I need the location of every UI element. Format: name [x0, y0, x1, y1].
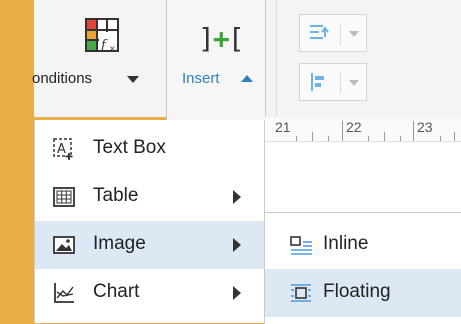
image-submenu: Inline Floating — [264, 212, 461, 324]
toolbar-divider — [276, 0, 277, 117]
insert-label: Insert — [182, 70, 220, 87]
wrap-text-icon — [310, 25, 329, 39]
ruler-tick — [384, 132, 385, 141]
chart-icon — [54, 283, 74, 303]
align-left-icon — [311, 73, 324, 91]
split-divider — [340, 23, 341, 45]
menu-item-label: Chart — [93, 281, 140, 302]
ruler-tick — [454, 132, 455, 141]
split-divider — [340, 72, 341, 94]
inline-image-icon — [290, 236, 312, 255]
submenu-item-label: Floating — [323, 281, 391, 302]
menu-item-label: Text Box — [93, 137, 166, 158]
submenu-item-label: Inline — [323, 233, 369, 254]
ruler-tick — [312, 132, 313, 141]
ruler-tick — [440, 136, 441, 141]
menu-item-label: Table — [93, 185, 139, 206]
ruler-tick — [296, 136, 297, 141]
align-button[interactable] — [299, 63, 367, 101]
ruler-number: 23 — [417, 119, 433, 135]
conditions-button[interactable]: f × onditions — [32, 0, 184, 117]
ruler-tick — [342, 121, 343, 141]
formula-table-icon: f × — [85, 18, 119, 52]
text-box-icon: A — [53, 138, 73, 160]
conditions-label: onditions — [32, 70, 93, 87]
ruler-number: 22 — [346, 119, 362, 135]
menu-item-image[interactable]: Image — [35, 221, 264, 269]
ruler-tick — [368, 136, 369, 141]
chevron-up-icon — [241, 75, 253, 82]
insert-bracket-icon: ]+[ — [198, 22, 245, 55]
text-wrap-button[interactable] — [299, 14, 367, 52]
svg-text:A: A — [57, 142, 66, 157]
chevron-right-icon — [233, 286, 241, 300]
floating-image-icon — [291, 284, 311, 302]
chevron-down-icon — [127, 76, 139, 83]
horizontal-ruler[interactable]: 21 22 23 — [264, 117, 461, 142]
chevron-right-icon — [233, 238, 241, 252]
ruler-tick — [328, 136, 329, 141]
ruler-tick — [400, 136, 401, 141]
submenu-item-floating[interactable]: Floating — [265, 269, 461, 317]
chevron-down-icon[interactable] — [349, 80, 359, 86]
submenu-item-inline[interactable]: Inline — [265, 221, 461, 269]
table-icon — [53, 187, 75, 207]
menu-item-label: Image — [93, 233, 146, 254]
chevron-right-icon — [233, 190, 241, 204]
menu-item-table[interactable]: Table — [35, 173, 264, 221]
insert-menu: A Text Box Table Image Chart — [34, 120, 265, 323]
ruler-number: 21 — [275, 119, 291, 135]
svg-text:×: × — [109, 44, 116, 52]
menu-item-chart[interactable]: Chart — [35, 269, 264, 317]
menu-item-text-box[interactable]: A Text Box — [35, 125, 264, 173]
chevron-down-icon[interactable] — [349, 31, 359, 37]
ruler-tick — [413, 121, 414, 141]
image-icon — [53, 236, 75, 254]
